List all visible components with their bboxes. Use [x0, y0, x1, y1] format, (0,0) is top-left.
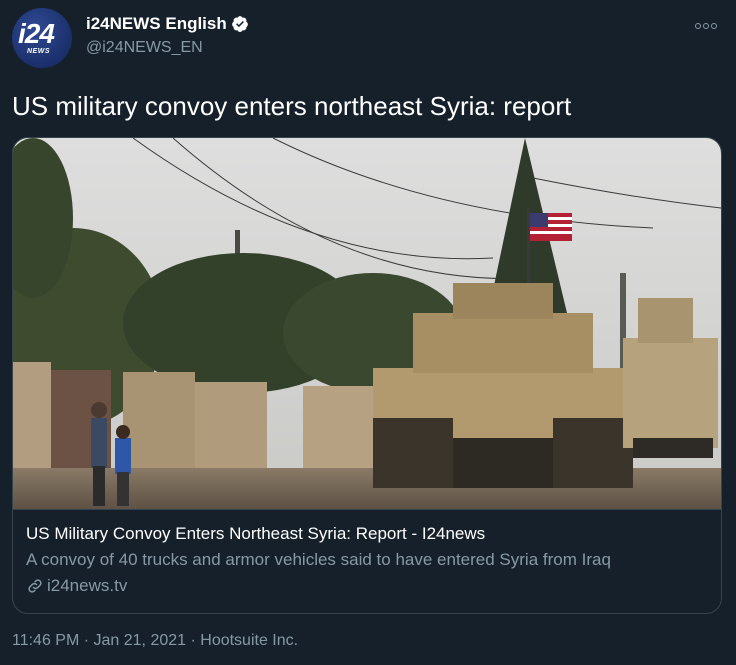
link-icon: [28, 579, 42, 593]
card-description: A convoy of 40 trucks and armor vehicles…: [26, 550, 611, 569]
card-title[interactable]: US Military Convoy Enters Northeast Syri…: [26, 524, 485, 544]
avatar-logo-sub: NEWS: [27, 48, 50, 55]
link-card[interactable]: US Military Convoy Enters Northeast Syri…: [12, 137, 722, 614]
handle[interactable]: @i24NEWS_EN: [86, 39, 203, 57]
avatar[interactable]: i24 NEWS: [12, 8, 72, 68]
avatar-logo: i24: [18, 18, 55, 49]
card-domain-row: i24news.tv: [26, 576, 127, 596]
name-row: i24NEWS English: [86, 14, 249, 34]
display-name[interactable]: i24NEWS English: [86, 14, 227, 34]
verified-badge-icon: [231, 16, 248, 32]
card-domain: i24news.tv: [47, 576, 128, 595]
tweet-text: US military convoy enters northeast Syri…: [12, 91, 572, 121]
tweet-timestamp[interactable]: 11:46 PM · Jan 21, 2021 · Hootsuite Inc.: [12, 632, 298, 650]
card-info[interactable]: US Military Convoy Enters Northeast Syri…: [13, 509, 721, 613]
tweet-header: i24 NEWS i24NEWS English @i24NEWS_EN: [12, 8, 724, 68]
card-image[interactable]: [13, 138, 721, 509]
more-options-icon[interactable]: [694, 14, 718, 38]
